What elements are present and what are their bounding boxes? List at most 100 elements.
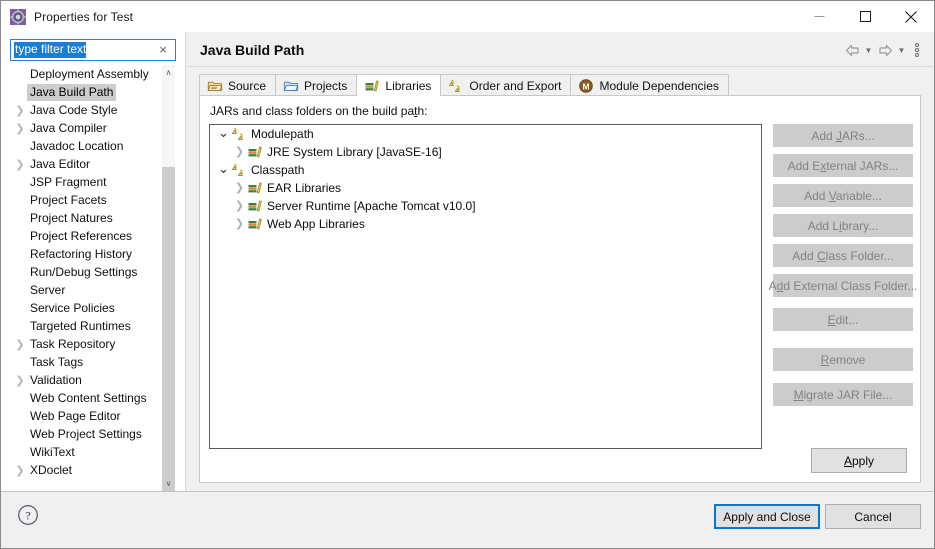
sidebar-item-label: Service Policies — [30, 300, 115, 315]
build-path-tree[interactable]: ⌄ Modulepath ❯ JRE System Library [JavaSE-1… — [209, 124, 762, 449]
add-class-folder-button: Add Class Folder... — [773, 244, 913, 267]
settings-sidebar: type filter text × Deployment Assembly Ja… — [1, 32, 185, 502]
sidebar-item-label: Project Natures — [30, 210, 113, 225]
sidebar-item-web-page-editor[interactable]: Web Page Editor — [1, 407, 166, 425]
chevron-right-icon[interactable]: ❯ — [232, 218, 247, 229]
button-label: Remove — [820, 352, 866, 367]
forward-history-chevron-down-icon[interactable]: ▼ — [895, 39, 908, 61]
library-books-icon — [247, 180, 263, 196]
add-variable-button: Add Variable... — [773, 184, 913, 207]
chevron-right-icon[interactable]: ❯ — [13, 465, 27, 476]
tab-projects[interactable]: Projects — [275, 74, 358, 96]
build-path-node[interactable]: ⌄ Classpath — [210, 161, 761, 179]
sidebar-item-xdoclet[interactable]: ❯ XDoclet — [1, 461, 166, 479]
apply-and-close-label: Apply and Close — [723, 509, 811, 524]
tab-label: Libraries — [385, 78, 432, 93]
scrollbar-thumb[interactable] — [162, 167, 175, 502]
page-title: Java Build Path — [200, 42, 305, 58]
button-label: Edit... — [827, 312, 859, 327]
chevron-right-icon[interactable]: ❯ — [232, 182, 247, 193]
apply-and-close-button[interactable]: Apply and Close — [714, 504, 820, 529]
chevron-right-icon[interactable]: ❯ — [13, 375, 27, 386]
sidebar-item-wikitext[interactable]: WikiText — [1, 443, 166, 461]
chevron-down-icon[interactable]: ⌄ — [216, 163, 231, 176]
edit-button: Edit... — [773, 308, 913, 331]
title-bar: Properties for Test — [1, 1, 934, 32]
library-books-icon — [247, 144, 263, 160]
tab-bar: Source Projects Libraries Order and Export M… — [199, 74, 921, 96]
sidebar-item-project-natures[interactable]: Project Natures — [1, 209, 166, 227]
sidebar-item-jsp-fragment[interactable]: JSP Fragment — [1, 173, 166, 191]
sidebar-item-deployment-assembly[interactable]: Deployment Assembly — [1, 65, 166, 83]
sidebar-scrollbar[interactable]: ∧ ∨ — [162, 65, 175, 502]
cancel-button[interactable]: Cancel — [825, 504, 921, 529]
library-books-icon — [247, 216, 263, 232]
sidebar-item-label: Run/Debug Settings — [30, 264, 138, 279]
tab-source[interactable]: Source — [199, 74, 277, 96]
build-path-node[interactable]: ❯ JRE System Library [JavaSE-16] — [210, 143, 761, 161]
sidebar-item-web-project-settings[interactable]: Web Project Settings — [1, 425, 166, 443]
sidebar-item-java-code-style[interactable]: ❯ Java Code Style — [1, 101, 166, 119]
button-label: Add Library... — [807, 218, 879, 233]
forward-arrow-icon[interactable] — [875, 39, 895, 61]
sidebar-item-project-references[interactable]: Project References — [1, 227, 166, 245]
build-path-node[interactable]: ❯ Server Runtime [Apache Tomcat v10.0] — [210, 197, 761, 215]
page-content: Source Projects Libraries Order and Export M… — [186, 67, 934, 491]
sidebar-item-web-content-settings[interactable]: Web Content Settings — [1, 389, 166, 407]
chevron-right-icon[interactable]: ❯ — [13, 123, 27, 134]
build-path-node[interactable]: ❯ Web App Libraries — [210, 215, 761, 233]
chevron-right-icon[interactable]: ❯ — [232, 200, 247, 211]
vertical-dots-menu-icon[interactable] — [908, 39, 926, 61]
sidebar-item-task-repository[interactable]: ❯ Task Repository — [1, 335, 166, 353]
tab-order-and-export[interactable]: Order and Export — [440, 74, 572, 96]
module-circle-m-icon: M — [578, 78, 594, 94]
sidebar-item-java-compiler[interactable]: ❯ Java Compiler — [1, 119, 166, 137]
search-input[interactable]: type filter text — [14, 42, 87, 58]
sidebar-item-label: Java Editor — [30, 156, 91, 171]
chevron-right-icon[interactable]: ❯ — [13, 339, 27, 350]
dialog-footer: ? Apply and Close Cancel — [1, 492, 934, 548]
cancel-label: Cancel — [854, 509, 892, 524]
libraries-description: JARs and class folders on the build path… — [210, 104, 427, 118]
sidebar-item-label: JSP Fragment — [30, 174, 107, 189]
chevron-right-icon[interactable]: ❯ — [13, 159, 27, 170]
libraries-description-text: JARs and class folders on the build path… — [210, 104, 428, 118]
scroll-down-icon[interactable]: ∨ — [162, 476, 175, 491]
remove-button: Remove — [773, 348, 913, 371]
build-path-node[interactable]: ⌄ Modulepath — [210, 125, 761, 143]
maximize-button[interactable] — [842, 1, 888, 32]
chevron-right-icon[interactable]: ❯ — [13, 105, 27, 116]
minimize-button[interactable] — [796, 1, 842, 32]
scroll-up-icon[interactable]: ∧ — [162, 65, 175, 80]
tab-label: Source — [228, 78, 267, 93]
clear-filter-icon[interactable]: × — [156, 43, 170, 57]
sidebar-item-javadoc-location[interactable]: Javadoc Location — [1, 137, 166, 155]
sidebar-item-run-debug-settings[interactable]: Run/Debug Settings — [1, 263, 166, 281]
sidebar-item-refactoring-history[interactable]: Refactoring History — [1, 245, 166, 263]
sidebar-item-validation[interactable]: ❯ Validation — [1, 371, 166, 389]
tab-libraries[interactable]: Libraries — [356, 74, 442, 96]
sidebar-item-java-build-path[interactable]: Java Build Path — [1, 83, 166, 101]
sidebar-item-server[interactable]: Server — [1, 281, 166, 299]
page-header: Java Build Path ▼ ▼ — [186, 32, 934, 66]
svg-text:?: ? — [25, 508, 30, 522]
sidebar-item-label: Web Content Settings — [30, 390, 147, 405]
back-history-chevron-down-icon[interactable]: ▼ — [862, 39, 875, 61]
sidebar-item-task-tags[interactable]: Task Tags — [1, 353, 166, 371]
chevron-right-icon[interactable]: ❯ — [232, 146, 247, 157]
sidebar-item-project-facets[interactable]: Project Facets — [1, 191, 166, 209]
apply-button[interactable]: Apply — [811, 448, 907, 473]
sidebar-item-targeted-runtimes[interactable]: Targeted Runtimes — [1, 317, 166, 335]
back-arrow-icon[interactable] — [842, 39, 862, 61]
filter-input-wrapper[interactable]: type filter text × — [10, 39, 176, 61]
sidebar-item-label: Javadoc Location — [30, 138, 124, 153]
help-question-icon[interactable]: ? — [17, 504, 39, 526]
button-label: Add External JARs... — [787, 158, 899, 173]
sidebar-item-service-policies[interactable]: Service Policies — [1, 299, 166, 317]
build-path-node[interactable]: ❯ EAR Libraries — [210, 179, 761, 197]
close-button[interactable] — [888, 1, 934, 32]
chevron-down-icon[interactable]: ⌄ — [216, 127, 231, 140]
build-path-node-label: Server Runtime [Apache Tomcat v10.0] — [267, 199, 476, 213]
tab-module-dependencies[interactable]: M Module Dependencies — [570, 74, 729, 96]
sidebar-item-java-editor[interactable]: ❯ Java Editor — [1, 155, 166, 173]
